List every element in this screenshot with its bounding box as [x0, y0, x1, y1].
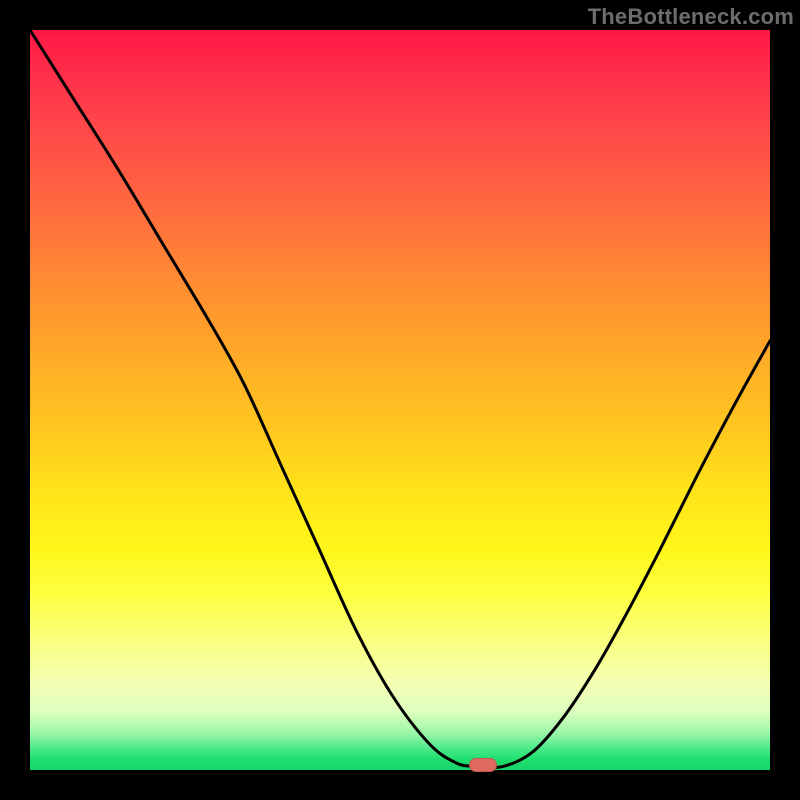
optimal-point-marker [469, 758, 497, 772]
watermark-text: TheBottleneck.com [588, 4, 794, 30]
curve-path [30, 30, 770, 768]
bottleneck-curve [30, 30, 770, 770]
plot-area [30, 30, 770, 770]
chart-frame: TheBottleneck.com [0, 0, 800, 800]
